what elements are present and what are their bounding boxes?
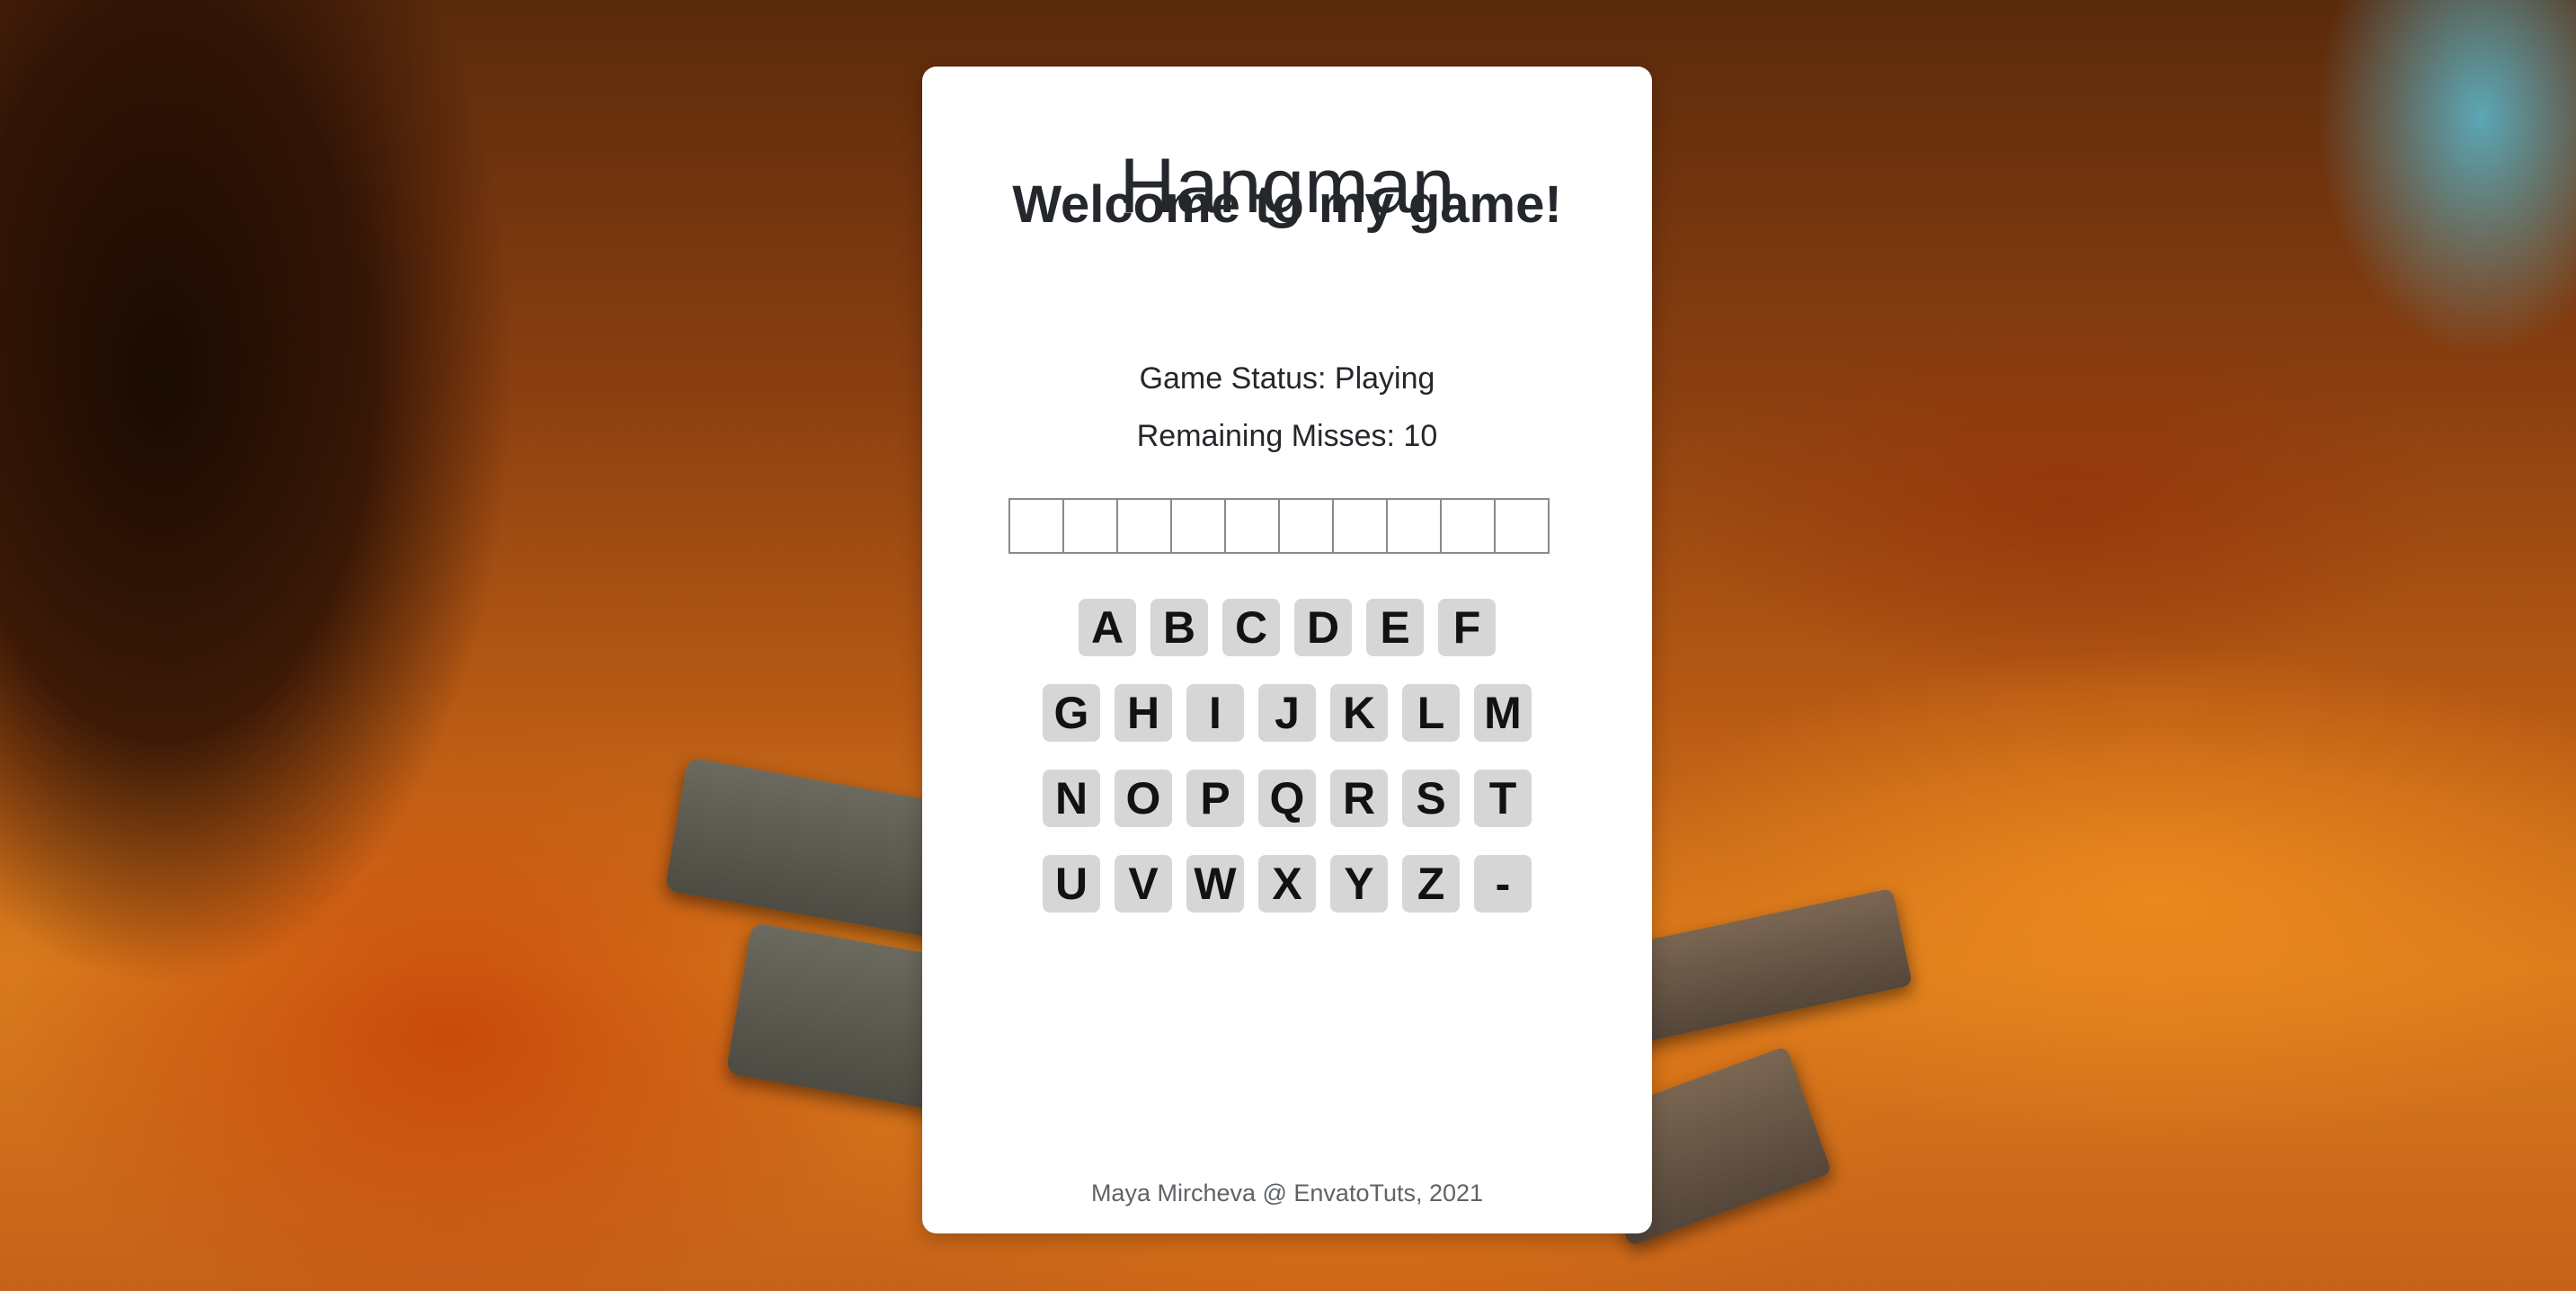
key-a[interactable]: A [1079, 599, 1136, 656]
key-q[interactable]: Q [1258, 770, 1316, 827]
letter-slot [1116, 498, 1172, 554]
keyboard-row: ABCDEF [922, 599, 1652, 656]
key-h[interactable]: H [1115, 684, 1172, 742]
key-j[interactable]: J [1258, 684, 1316, 742]
key-d[interactable]: D [1294, 599, 1352, 656]
key-s[interactable]: S [1402, 770, 1460, 827]
letter-keyboard: ABCDEF GHIJKLM NOPQRST UVWXYZ- [922, 599, 1652, 940]
key-k[interactable]: K [1330, 684, 1388, 742]
key-o[interactable]: O [1115, 770, 1172, 827]
key-l[interactable]: L [1402, 684, 1460, 742]
key-f[interactable]: F [1438, 599, 1496, 656]
letter-slot [1062, 498, 1118, 554]
key-t[interactable]: T [1474, 770, 1532, 827]
letter-slot [1332, 498, 1388, 554]
key-y[interactable]: Y [1330, 855, 1388, 913]
welcome-subtitle: Welcome to my game! [1012, 175, 1562, 234]
keyboard-row: GHIJKLM [922, 684, 1652, 742]
key-z[interactable]: Z [1402, 855, 1460, 913]
key-v[interactable]: V [1115, 855, 1172, 913]
letter-slot [1278, 498, 1334, 554]
key-g[interactable]: G [1043, 684, 1100, 742]
key-b[interactable]: B [1150, 599, 1208, 656]
word-slots [1008, 498, 1550, 554]
key-e[interactable]: E [1366, 599, 1424, 656]
keyboard-row: NOPQRST [922, 770, 1652, 827]
letter-slot [1440, 498, 1496, 554]
key-p[interactable]: P [1186, 770, 1244, 827]
key-hyphen[interactable]: - [1474, 855, 1532, 913]
keyboard-row: UVWXYZ- [922, 855, 1652, 913]
key-m[interactable]: M [1474, 684, 1532, 742]
key-i[interactable]: I [1186, 684, 1244, 742]
game-card: Hangman Welcome to my game! Game Status:… [922, 67, 1652, 1233]
letter-slot [1008, 498, 1064, 554]
key-n[interactable]: N [1043, 770, 1100, 827]
key-x[interactable]: X [1258, 855, 1316, 913]
key-c[interactable]: C [1222, 599, 1280, 656]
letter-slot [1386, 498, 1442, 554]
remaining-misses: Remaining Misses: 10 [1136, 419, 1438, 453]
letter-slot [1494, 498, 1550, 554]
game-status: Game Status: Playing [1139, 361, 1435, 396]
footer-credit: Maya Mircheva @ EnvatoTuts, 2021 [1090, 1180, 1484, 1206]
letter-slot [1224, 498, 1280, 554]
key-r[interactable]: R [1330, 770, 1388, 827]
bench-seat [1611, 887, 1913, 1046]
key-u[interactable]: U [1043, 855, 1100, 913]
letter-slot [1170, 498, 1226, 554]
key-w[interactable]: W [1186, 855, 1244, 913]
